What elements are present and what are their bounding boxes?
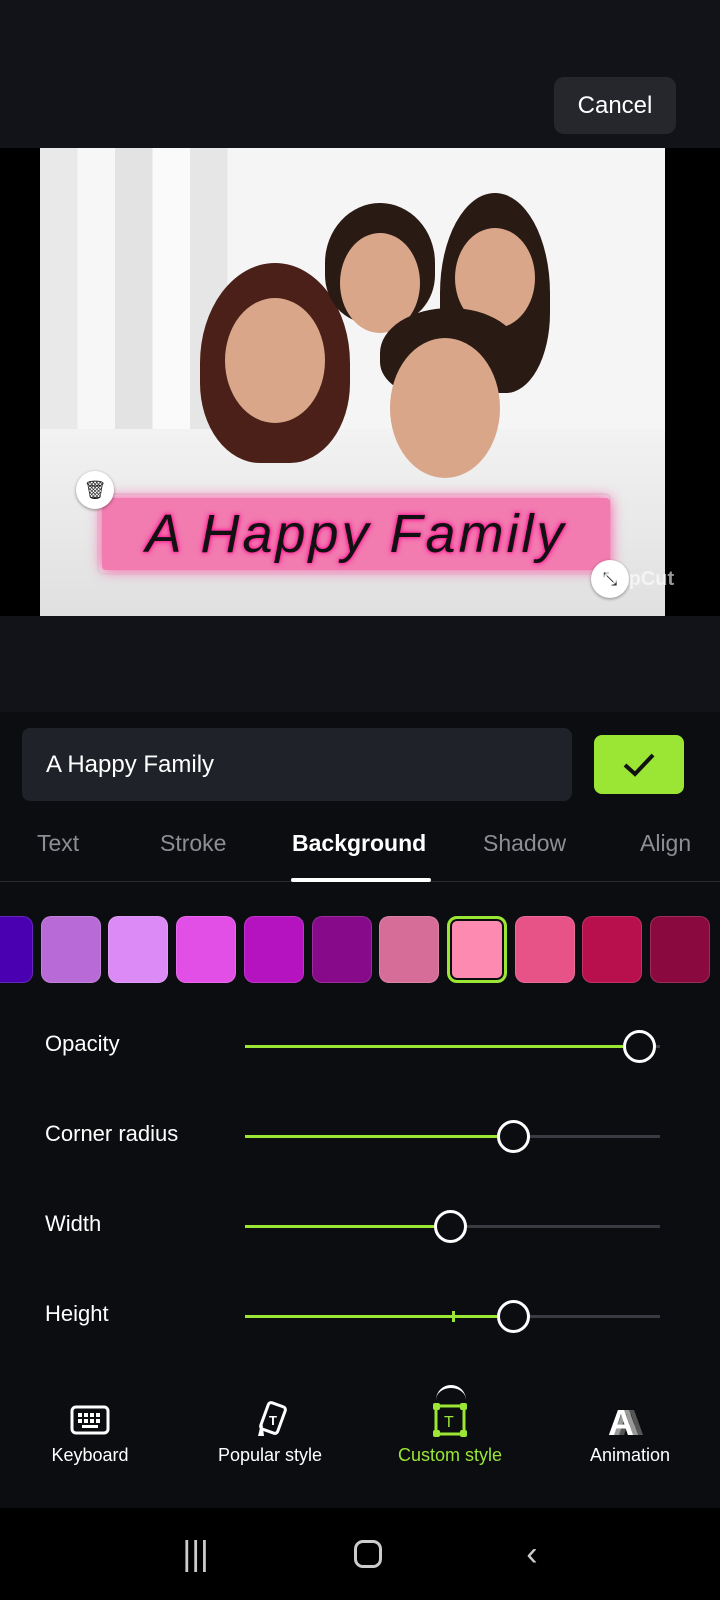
svg-text:T: T	[444, 1414, 454, 1431]
caption-text-overlay[interactable]: A Happy Family	[102, 498, 610, 570]
collapse-handle[interactable]	[436, 1385, 466, 1400]
slider-knob[interactable]	[497, 1120, 531, 1153]
popular-style-icon: T	[258, 1401, 287, 1436]
tab-background[interactable]: Background	[292, 830, 426, 857]
color-swatch[interactable]	[176, 916, 237, 983]
slider-label: Corner radius	[45, 1121, 179, 1146]
slider-knob[interactable]	[623, 1030, 657, 1063]
check-icon	[623, 753, 655, 777]
active-tab-indicator	[291, 878, 431, 882]
color-swatch[interactable]	[108, 916, 169, 983]
nav-custom-style[interactable]: T Custom style	[360, 1400, 540, 1466]
cancel-button[interactable]: Cancel	[554, 77, 676, 134]
style-tabs: Text Stroke Background Shadow Align	[0, 820, 720, 882]
video-preview: A Happy Family 🗑 ⤡ CapCut	[0, 148, 720, 616]
nav-label: Popular style	[217, 1445, 323, 1465]
svg-text:A: A	[608, 1403, 634, 1437]
tab-shadow[interactable]: Shadow	[483, 830, 566, 857]
custom-style-icon: T	[433, 1403, 467, 1437]
slider-opacity[interactable]	[245, 1030, 660, 1063]
color-swatch[interactable]	[0, 916, 33, 983]
nav-animation[interactable]: AAA Animation	[540, 1400, 720, 1466]
slider-label: Width	[45, 1211, 102, 1236]
slider-fill	[245, 1045, 640, 1048]
recents-icon[interactable]: |||	[182, 1535, 209, 1574]
spacer	[0, 616, 720, 712]
color-swatch[interactable]	[311, 916, 372, 983]
preview-image: A Happy Family 🗑 ⤡	[40, 148, 665, 616]
tab-align[interactable]: Align	[640, 830, 691, 857]
slider-corner-radius[interactable]	[245, 1120, 660, 1153]
color-swatch[interactable]	[650, 916, 710, 983]
top-bar: Cancel	[0, 0, 720, 148]
slider-fill	[245, 1315, 514, 1318]
nav-label: Keyboard	[51, 1445, 129, 1465]
system-nav-bar: ||| ‹	[0, 1508, 720, 1600]
slider-knob[interactable]	[497, 1300, 531, 1333]
tab-stroke[interactable]: Stroke	[160, 830, 226, 857]
color-swatch[interactable]	[379, 916, 440, 983]
text-input[interactable]: A Happy Family	[22, 728, 572, 801]
slider-knob[interactable]	[434, 1210, 467, 1243]
home-icon[interactable]	[353, 1540, 382, 1568]
nav-label: Custom style	[397, 1445, 503, 1465]
slider-fill	[245, 1135, 514, 1138]
slider-label: Height	[45, 1301, 109, 1326]
color-swatch[interactable]	[243, 916, 304, 983]
slider-fill	[245, 1225, 450, 1228]
confirm-button[interactable]	[594, 735, 684, 794]
nav-popular-style[interactable]: T Popular style	[180, 1400, 360, 1466]
nav-label: Animation	[589, 1445, 671, 1465]
slider-label: Opacity	[45, 1031, 120, 1056]
tab-text[interactable]: Text	[37, 830, 79, 857]
color-swatch[interactable]	[582, 916, 643, 983]
delete-icon[interactable]: 🗑	[76, 471, 114, 509]
default-marker	[451, 1311, 455, 1322]
back-icon[interactable]: ‹	[526, 1535, 537, 1574]
animation-icon: AAA	[608, 1403, 644, 1437]
keyboard-icon	[70, 1405, 110, 1435]
svg-text:T: T	[269, 1413, 277, 1428]
color-swatch[interactable]	[514, 916, 575, 983]
watermark: CapCut	[603, 568, 675, 590]
color-swatch[interactable]	[446, 916, 507, 983]
color-swatch[interactable]	[40, 916, 101, 983]
slider-width[interactable]	[245, 1210, 660, 1243]
slider-height[interactable]	[245, 1300, 660, 1333]
nav-keyboard[interactable]: Keyboard	[0, 1400, 180, 1466]
